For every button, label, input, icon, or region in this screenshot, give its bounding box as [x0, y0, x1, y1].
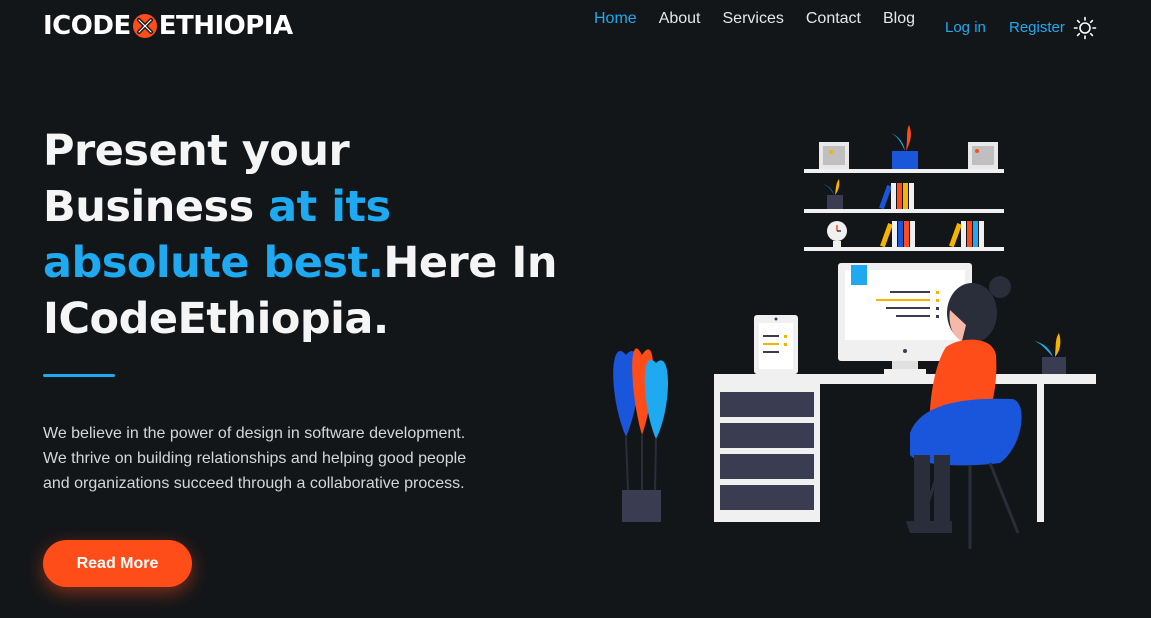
books-bottom-1: [880, 221, 915, 248]
picture-frame-right: [968, 142, 998, 169]
site-logo[interactable]: ICODE ETHIOPIA: [43, 9, 293, 43]
logo-text-part1: ICODE: [43, 11, 131, 41]
hero-divider: [43, 374, 115, 377]
books-middle: [879, 183, 914, 210]
login-link[interactable]: Log in: [945, 19, 986, 36]
plant-top: [890, 125, 918, 169]
hero-title-line1: Present your: [43, 126, 350, 176]
hero-description: We believe in the power of design in sof…: [43, 421, 513, 496]
tablet: [754, 315, 798, 374]
nav-contact[interactable]: Contact: [806, 10, 861, 28]
hero-description-line3: and organizations succeed through a coll…: [43, 475, 465, 492]
desk: [714, 374, 1096, 522]
x-logo-icon: [132, 14, 157, 38]
nav-about[interactable]: About: [659, 10, 701, 28]
logo-text-part2: ETHIOPIA: [158, 11, 293, 41]
hero-title-line3b: Here In: [383, 238, 558, 288]
clock-icon: [827, 221, 847, 247]
hero-description-line2: We thrive on building relationships and …: [43, 450, 467, 467]
hero-title: Present your Business at its absolute be…: [43, 123, 563, 347]
books-bottom-2: [949, 221, 984, 248]
register-link[interactable]: Register: [1009, 19, 1065, 36]
plant-small: [822, 179, 843, 209]
hero-title-line4: ICodeEthiopia.: [43, 294, 389, 344]
workspace-illustration: [613, 125, 1096, 549]
floor-plant: [613, 348, 668, 522]
page: ICODE ETHIOPIA Home About Services Conta…: [0, 0, 1151, 618]
nav-home[interactable]: Home: [594, 10, 637, 28]
nav-blog[interactable]: Blog: [883, 10, 915, 28]
plant-desk: [1034, 333, 1066, 374]
picture-frame-left: [819, 142, 849, 169]
nav-services[interactable]: Services: [723, 10, 784, 28]
main-nav: Home About Services Contact Blog: [594, 10, 937, 28]
hero-description-line1: We believe in the power of design in sof…: [43, 425, 466, 442]
read-more-button[interactable]: Read More: [43, 540, 192, 587]
hero-title-line3a: absolute best.: [43, 238, 384, 288]
hero-title-line2b: at its: [268, 182, 391, 232]
sun-icon[interactable]: [1073, 16, 1097, 40]
hero-title-line2a: Business: [43, 182, 269, 232]
